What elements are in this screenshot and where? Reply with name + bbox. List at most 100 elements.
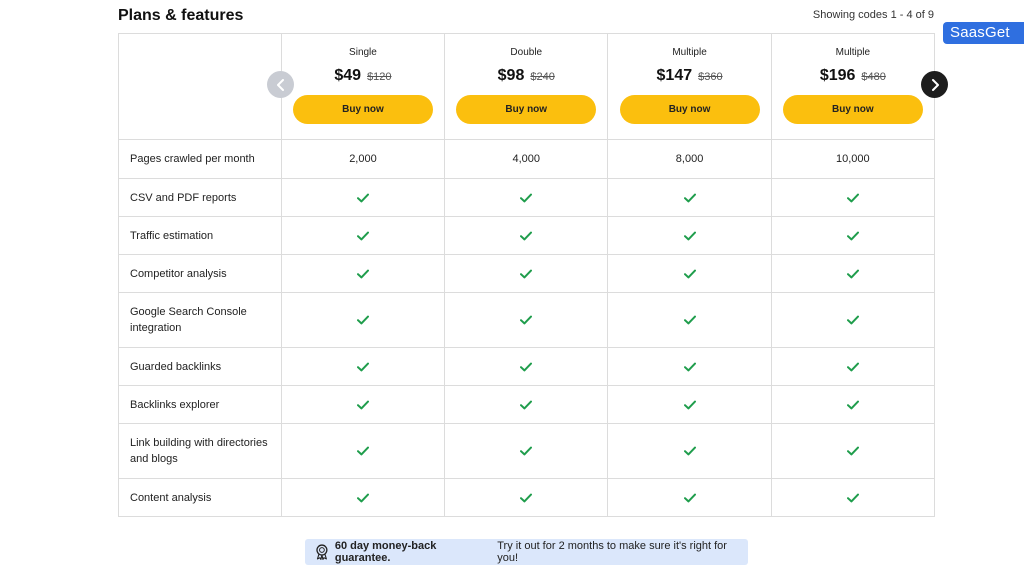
- feature-included-cell: [444, 217, 607, 254]
- plan-price: $147: [656, 67, 693, 84]
- feature-included-cell: [280, 255, 444, 292]
- feature-label: Content analysis: [130, 491, 212, 504]
- feature-value-cell: 10,000: [770, 140, 934, 178]
- feature-included-cell: [607, 386, 770, 423]
- check-icon: [356, 315, 369, 325]
- feature-included-cell: [280, 424, 444, 478]
- feature-row: Competitor analysis: [119, 254, 934, 292]
- plan-price-line: $98 $240: [498, 67, 555, 85]
- previous-plans-button[interactable]: [267, 71, 294, 98]
- chevron-right-icon: [931, 78, 939, 91]
- plan-price: $49: [334, 67, 362, 84]
- buy-now-button[interactable]: Buy now: [782, 95, 923, 124]
- feature-included-cell: [607, 179, 770, 216]
- feature-included-cell: [280, 293, 444, 347]
- plan-price: $196: [819, 67, 856, 84]
- feature-included-cell: [444, 424, 607, 478]
- plan-price: $98: [497, 67, 525, 84]
- check-icon: [846, 493, 859, 502]
- feature-included-cell: [444, 293, 607, 347]
- check-icon: [683, 315, 696, 325]
- feature-included-cell: [770, 179, 934, 216]
- feature-included-cell: [444, 479, 607, 516]
- feature-row: CSV and PDF reports: [119, 178, 934, 216]
- plan-column-1: Single $49 $120 Buy now: [280, 34, 444, 139]
- plan-column-4: Multiple $196 $480 Buy now: [770, 34, 934, 139]
- check-icon: [846, 315, 859, 325]
- plan-name: Double: [510, 47, 543, 58]
- buy-now-button[interactable]: Buy now: [292, 95, 433, 124]
- guarantee-description: Try it out for 2 months to make sure it'…: [497, 540, 727, 564]
- feature-included-cell: [770, 479, 934, 516]
- feature-label: Competitor analysis: [130, 267, 227, 280]
- check-icon: [356, 446, 369, 456]
- feature-included-cell: [280, 348, 444, 385]
- feature-included-cell: [607, 479, 770, 516]
- feature-label: Traffic estimation: [130, 229, 214, 242]
- feature-included-cell: [770, 293, 934, 347]
- check-icon: [846, 193, 859, 202]
- feature-included-cell: [770, 424, 934, 478]
- feature-included-cell: [607, 348, 770, 385]
- page-title: Plans & features: [118, 7, 244, 24]
- feature-included-cell: [770, 217, 934, 254]
- feature-included-cell: [444, 179, 607, 216]
- feature-label: Google Search Console integration: [130, 306, 247, 334]
- check-icon: [846, 362, 859, 371]
- check-icon: [356, 362, 369, 371]
- check-icon: [683, 362, 696, 371]
- feature-included-cell: [607, 255, 770, 292]
- plan-old-price: $120: [367, 71, 392, 83]
- empty-header-cell: [119, 34, 281, 139]
- feature-included-cell: [444, 348, 607, 385]
- feature-row: Backlinks explorer: [119, 385, 934, 423]
- check-icon: [356, 269, 369, 278]
- feature-value-cell: 2,000: [280, 140, 444, 178]
- showing-codes-count: Showing codes 1 - 4 of 9: [812, 9, 934, 21]
- feature-included-cell: [280, 179, 444, 216]
- check-icon: [356, 193, 369, 202]
- check-icon: [520, 400, 533, 409]
- plan-price-line: $196 $480: [820, 67, 886, 85]
- guarantee-title: 60 day money-back guarantee.: [334, 540, 437, 564]
- check-icon: [520, 493, 533, 502]
- feature-row: Content analysis: [119, 478, 934, 516]
- check-icon: [846, 400, 859, 409]
- check-icon: [683, 446, 696, 456]
- check-icon: [683, 493, 696, 502]
- feature-row: Traffic estimation: [119, 216, 934, 254]
- plan-old-price: $240: [530, 71, 555, 83]
- brand-logo[interactable]: SaasGet: [943, 22, 1024, 44]
- check-icon: [520, 193, 533, 202]
- feature-included-cell: [770, 348, 934, 385]
- feature-included-cell: [770, 386, 934, 423]
- feature-label: Link building with directories and blogs: [130, 437, 268, 465]
- check-icon: [356, 493, 369, 502]
- plan-old-price: $360: [698, 71, 723, 83]
- check-icon: [846, 446, 859, 456]
- feature-included-cell: [607, 424, 770, 478]
- feature-included-cell: [444, 386, 607, 423]
- feature-included-cell: [280, 386, 444, 423]
- buy-now-button[interactable]: Buy now: [456, 95, 597, 124]
- feature-included-cell: [607, 293, 770, 347]
- check-icon: [683, 231, 696, 240]
- feature-included-cell: [280, 479, 444, 516]
- feature-row: Link building with directories and blogs: [119, 423, 934, 478]
- plan-name: Multiple: [672, 47, 707, 58]
- check-icon: [846, 231, 859, 240]
- plan-old-price: $480: [861, 71, 886, 83]
- next-plans-button[interactable]: [921, 71, 948, 98]
- buy-now-button[interactable]: Buy now: [619, 95, 760, 124]
- plans-comparison-table: Single $49 $120 Buy now Double $98 $240 Buy now…: [118, 33, 935, 517]
- feature-included-cell: [280, 217, 444, 254]
- check-icon: [683, 400, 696, 409]
- feature-row: Pages crawled per month 2,000 4,000 8,000 10…: [119, 139, 934, 178]
- check-icon: [520, 269, 533, 278]
- check-icon: [683, 269, 696, 278]
- check-icon: [520, 315, 533, 325]
- plan-header-row: Single $49 $120 Buy now Double $98 $240 Buy now…: [119, 34, 934, 139]
- chevron-left-icon: [276, 78, 284, 91]
- check-icon: [356, 400, 369, 409]
- check-icon: [520, 446, 533, 456]
